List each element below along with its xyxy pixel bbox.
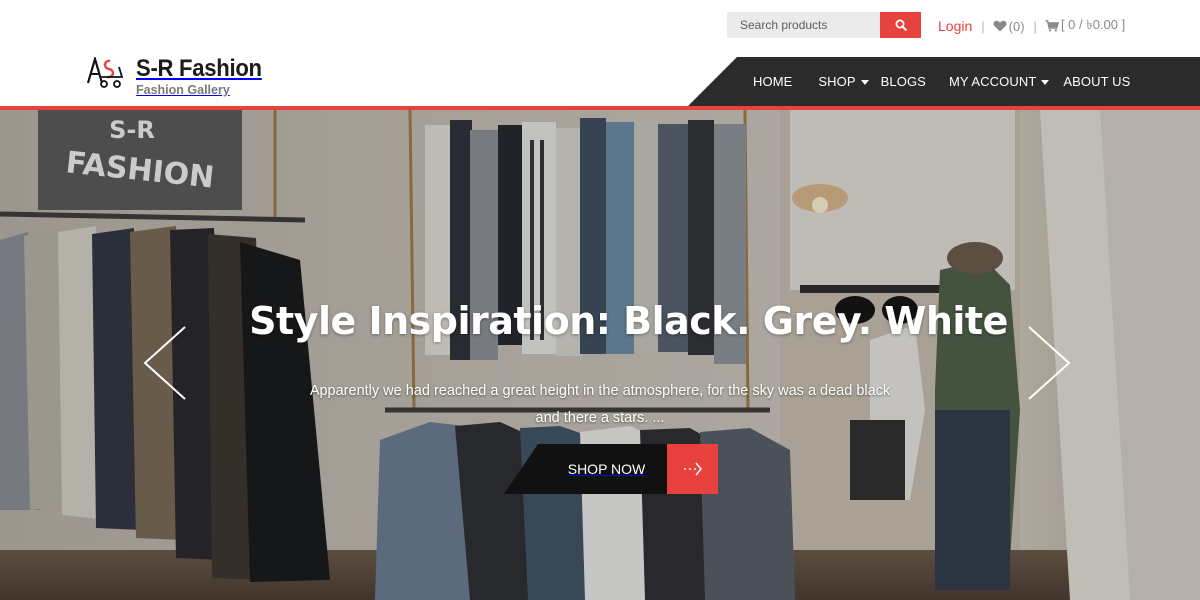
cart-link[interactable]: [ 0 / ৳0.00 ] [1045, 16, 1125, 37]
s-r-fashion-logo [86, 57, 124, 88]
shop-now-button[interactable]: SHOP NOW [504, 444, 718, 494]
site-logo[interactable]: S-R Fashion Fashion Gallery [86, 55, 273, 99]
nav-item-label: SHOP [818, 74, 856, 89]
nav-item-label: BLOGS [880, 74, 926, 89]
hero-description: Apparently we had reached a great height… [309, 383, 891, 426]
heart-icon [993, 20, 1007, 32]
chevron-down-icon [1041, 79, 1050, 85]
nav-item-home[interactable]: HOME [753, 74, 792, 89]
search-icon [895, 19, 907, 31]
separator: | [981, 18, 985, 34]
top-bar: Login | (0) | [ 0 / ৳0.00 ] [0, 0, 1200, 50]
main-navigation: HOME SHOP BLOGS MY ACCOUNT ABOUT US [753, 57, 1130, 106]
hero-title: Style Inspiration: Black. Grey. White [249, 299, 1008, 343]
nav-item-my-account[interactable]: MY ACCOUNT [948, 74, 1050, 89]
hero-slider: S-R FASHION Style Inspiration: Black. Gr… [0, 110, 1200, 600]
nav-item-label: ABOUT US [1063, 74, 1131, 89]
wishlist-count: (0) [1008, 18, 1025, 34]
search-form [727, 12, 921, 38]
site-title: S-R Fashion [136, 55, 262, 82]
arrow-right-icon [667, 444, 718, 494]
nav-item-blogs[interactable]: BLOGS [881, 74, 926, 89]
chevron-down-icon [860, 79, 869, 85]
site-tagline: Fashion Gallery [136, 83, 230, 97]
search-input[interactable] [727, 12, 880, 38]
search-button[interactable] [880, 12, 921, 38]
account-links: Login | (0) | [ 0 / ৳0.00 ] [938, 17, 1125, 35]
cart-icon [1045, 20, 1059, 32]
cart-summary: [ 0 / ৳0.00 ] [1060, 16, 1126, 32]
nav-item-label: MY ACCOUNT [948, 74, 1037, 89]
nav-item-about-us[interactable]: ABOUT US [1063, 74, 1130, 89]
separator: | [1033, 18, 1037, 34]
nav-item-shop[interactable]: SHOP [818, 74, 869, 89]
login-link[interactable]: Login [938, 18, 972, 34]
wishlist-link[interactable]: (0) [993, 19, 1025, 34]
logo-text: S-R Fashion Fashion Gallery [136, 55, 273, 97]
shop-now-label: SHOP NOW [504, 444, 667, 494]
nav-item-label: HOME [753, 74, 793, 89]
